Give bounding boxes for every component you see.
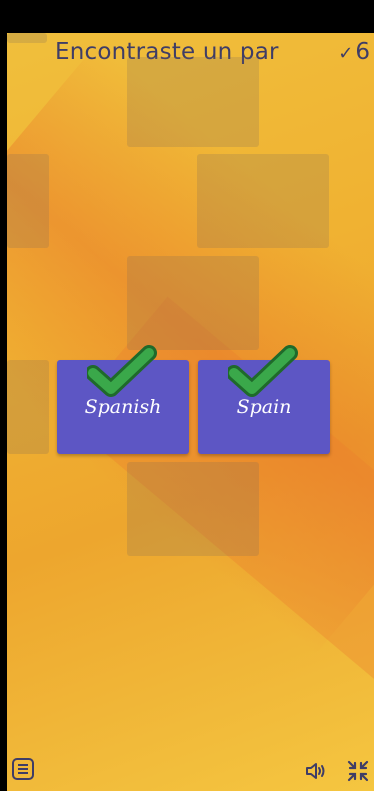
card-label: Spanish [84, 396, 162, 418]
speaker-icon[interactable] [304, 759, 328, 783]
collapse-icon[interactable] [346, 759, 370, 783]
empty-tile [7, 33, 47, 43]
match-score: ✓6 [338, 39, 370, 65]
check-icon [87, 345, 157, 397]
score-check-icon: ✓ [338, 43, 354, 64]
empty-tile [127, 462, 259, 556]
score-value: 6 [355, 39, 370, 65]
menu-icon[interactable] [11, 757, 35, 781]
empty-tile [127, 57, 259, 147]
status-bar [0, 0, 374, 33]
empty-tile [7, 154, 49, 248]
game-board: Encontraste un par ✓6 Spanish Spain [7, 33, 374, 791]
empty-tile [197, 154, 329, 248]
empty-tile [127, 256, 259, 350]
check-icon [228, 345, 298, 397]
empty-tile [7, 360, 49, 454]
card-label: Spain [236, 396, 292, 418]
